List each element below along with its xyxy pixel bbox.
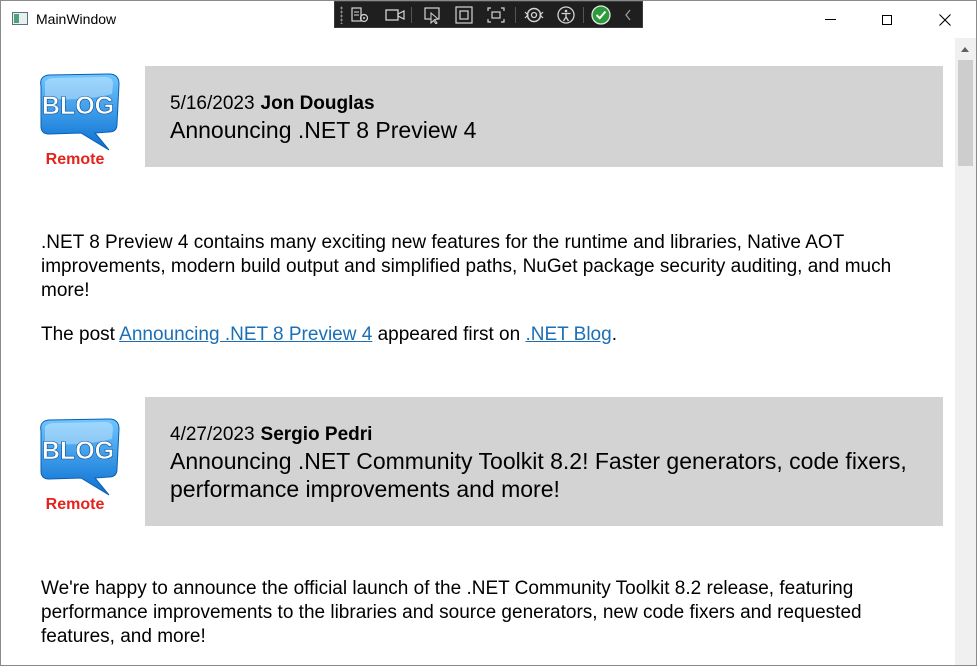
post-author: Jon Douglas (260, 93, 375, 114)
toolbar-separator (411, 7, 412, 23)
scrollbar-thumb[interactable] (958, 60, 973, 166)
post-title: Announcing .NET 8 Preview 4 (170, 117, 477, 143)
check-icon[interactable] (590, 5, 612, 25)
close-button[interactable] (922, 1, 968, 38)
collapse-chevron-icon[interactable] (621, 5, 635, 25)
display-layout-icon[interactable] (485, 5, 507, 25)
scroll-up-arrow-icon[interactable] (961, 47, 969, 52)
accessibility-icon[interactable] (555, 5, 577, 25)
video-icon[interactable] (384, 5, 406, 25)
close-icon (939, 13, 951, 26)
blog-link[interactable]: .NET Blog (525, 324, 611, 345)
post-header[interactable]: 4/27/2023 Sergio Pedri Announcing .NET Co… (145, 397, 943, 526)
post-link[interactable]: Announcing .NET 8 Preview 4 (119, 324, 372, 345)
footer-middle: appeared first on (372, 324, 526, 345)
post-meta: 5/16/2023 Jon Douglas (170, 93, 375, 115)
logo-caption: Remote (46, 496, 105, 513)
element-picker-icon[interactable] (422, 5, 444, 25)
post-title: Announcing .NET Community Toolkit 8.2! F… (170, 448, 907, 502)
layout-adorner-icon[interactable] (453, 5, 475, 25)
maximize-icon (882, 14, 892, 25)
post-summary: We're happy to announce the official lau… (41, 578, 862, 647)
minimize-button[interactable] (807, 1, 853, 38)
post-date: 4/27/2023 (170, 424, 255, 445)
feed-list[interactable]: BLOG Remote 5/16/2023 Jon Douglas Announc… (1, 38, 954, 665)
maximize-button[interactable] (864, 1, 910, 38)
toolbar-grip-icon[interactable] (340, 6, 343, 24)
blog-remote-logo: BLOG Remote (35, 72, 137, 179)
app-window-icon (12, 12, 28, 25)
hot-reload-icon[interactable] (523, 5, 545, 25)
logo-caption: Remote (46, 151, 105, 168)
window-title: MainWindow (36, 11, 117, 27)
title-bar: MainWindow (1, 1, 976, 38)
post-header[interactable]: 5/16/2023 Jon Douglas Announcing .NET 8 P… (145, 66, 943, 167)
minimize-icon (824, 19, 836, 20)
post-date: 5/16/2023 (170, 93, 255, 114)
toolbar-separator (515, 7, 516, 23)
footer-suffix: . (611, 324, 617, 345)
select-element-icon[interactable] (349, 5, 371, 25)
post-author: Sergio Pedri (260, 424, 373, 445)
blog-remote-logo: BLOG Remote (35, 417, 137, 524)
logo-badge-text: BLOG (42, 92, 114, 120)
vertical-scrollbar[interactable] (955, 38, 976, 665)
footer-prefix: The post (41, 324, 120, 345)
logo-badge-text: BLOG (42, 437, 114, 465)
toolbar-separator (583, 7, 584, 23)
post-footer: The post Announcing .NET 8 Preview 4 app… (41, 323, 617, 347)
post-summary: .NET 8 Preview 4 contains many exciting … (41, 232, 892, 301)
main-window: MainWindow BLOG Remote 5/16/2023 Jon Dou… (0, 0, 977, 666)
post-meta: 4/27/2023 Sergio Pedri (170, 424, 372, 446)
xaml-debug-toolbar (334, 1, 643, 28)
